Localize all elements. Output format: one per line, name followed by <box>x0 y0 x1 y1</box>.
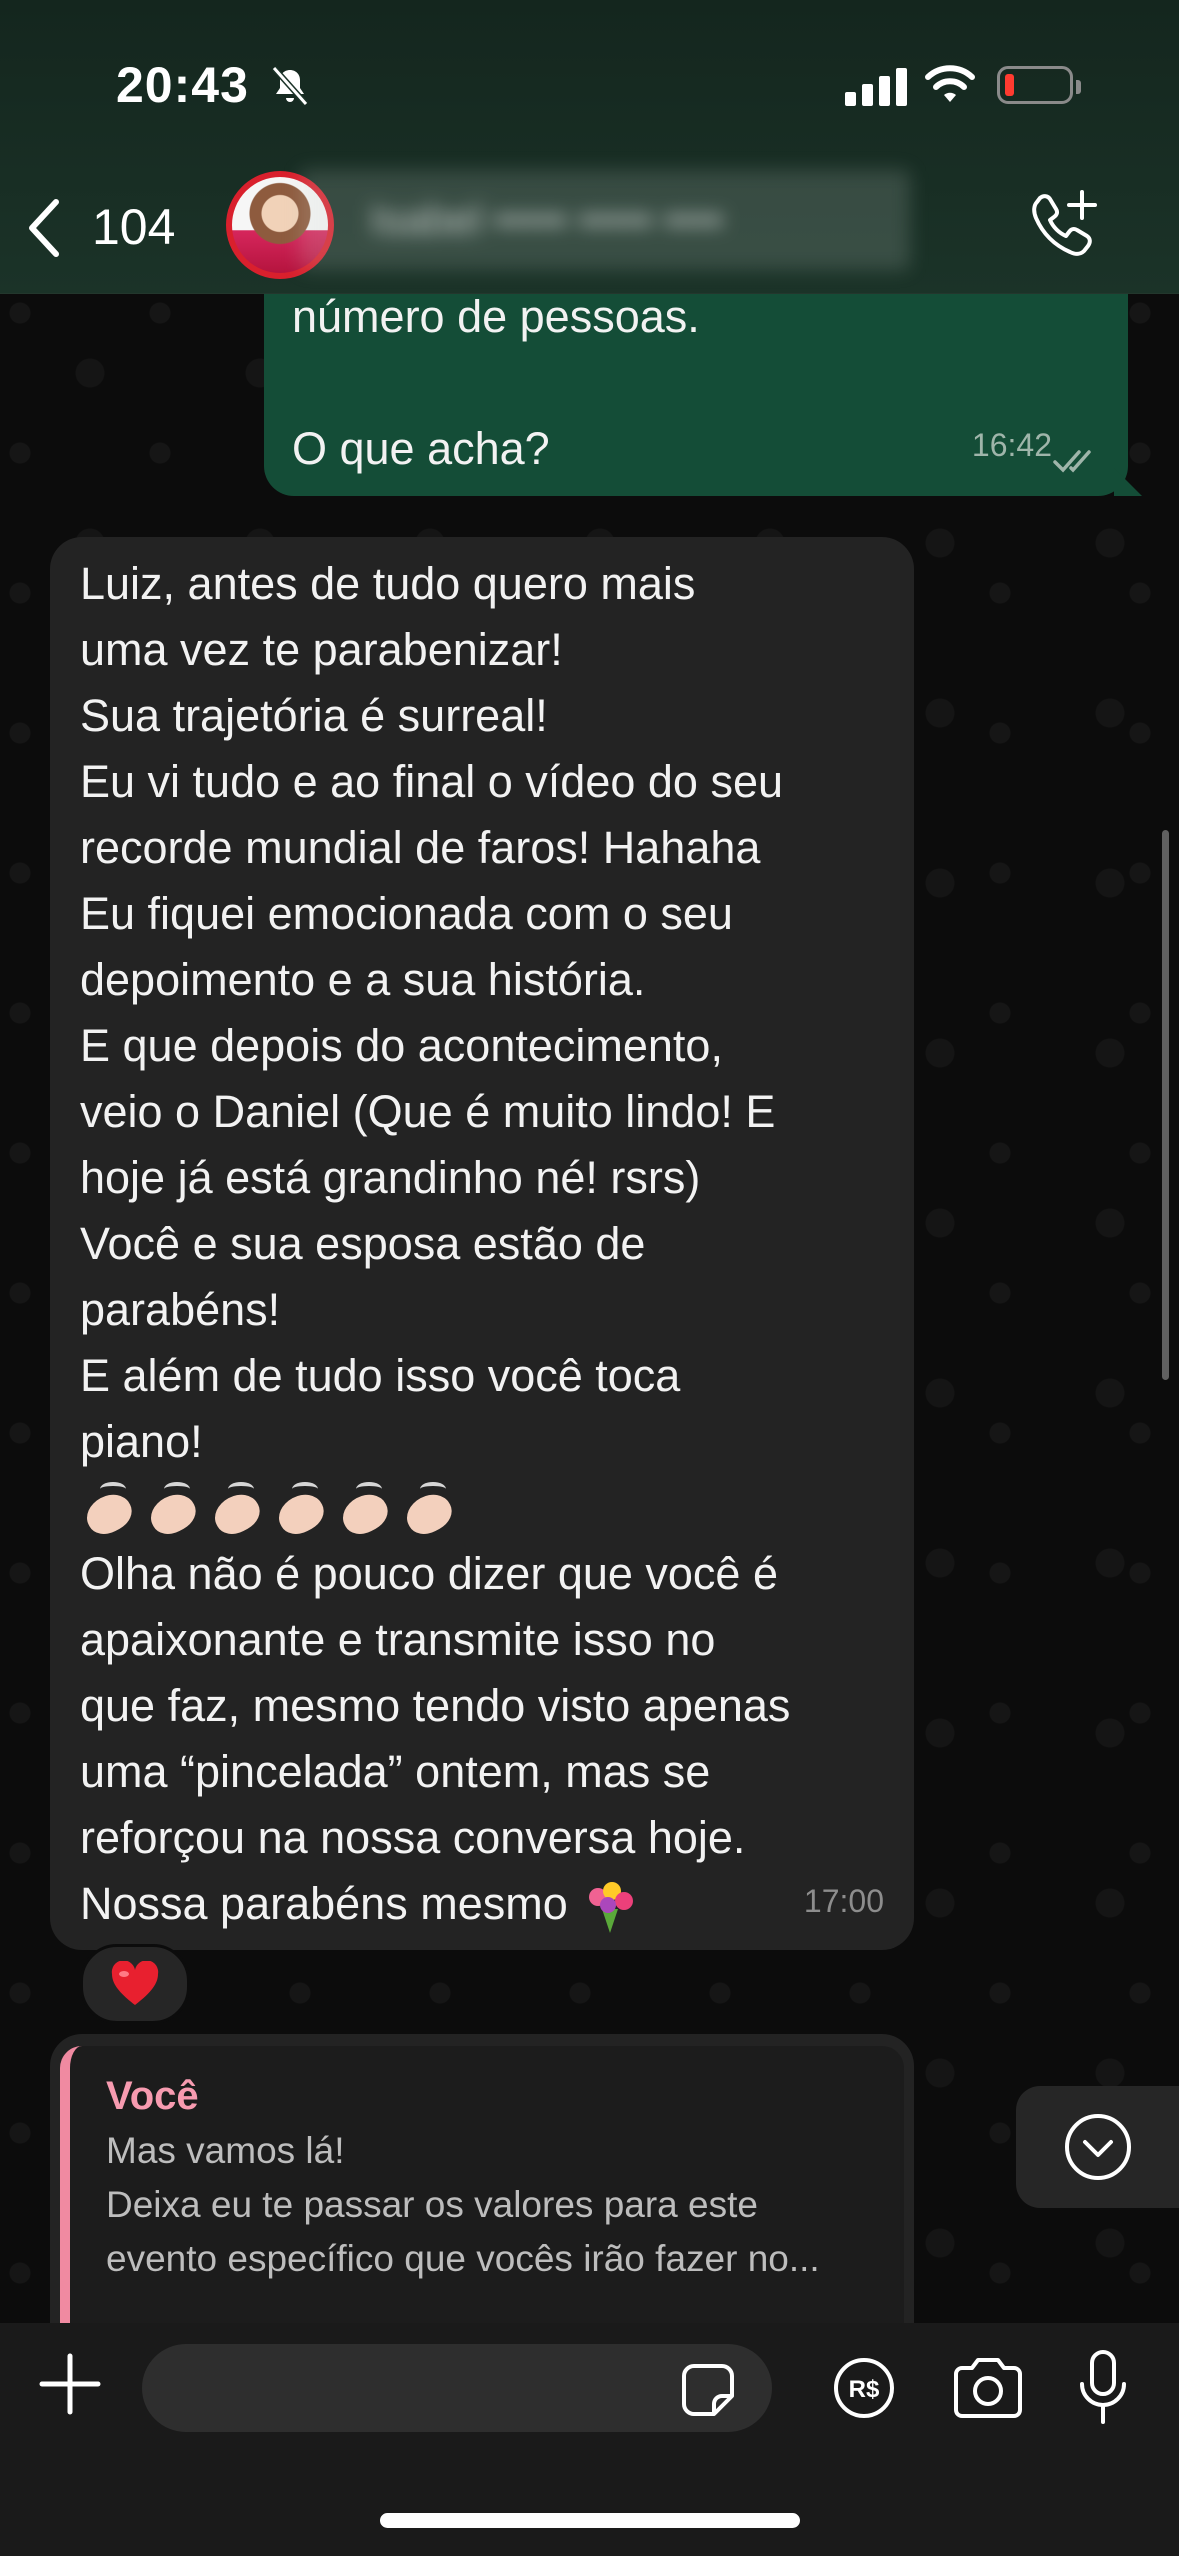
message-line: recorde mundial de faros! Hahaha <box>80 822 761 873</box>
chat-header: 20:43 104 Isabel ••••• ••••• •••• <box>0 0 1179 294</box>
battery-icon <box>997 66 1081 104</box>
reaction-badge[interactable] <box>80 1944 190 2024</box>
wifi-icon <box>925 65 975 102</box>
message-line: Eu vi tudo e ao final o vídeo do seu <box>80 756 783 807</box>
incoming-message[interactable]: Luiz, antes de tudo quero mais uma vez t… <box>50 537 914 1950</box>
clap-emoji <box>208 1480 266 1536</box>
quoted-line: Mas vamos lá! <box>106 2130 345 2171</box>
quoted-message[interactable]: Você Mas vamos lá! Deixa eu te passar os… <box>60 2046 904 2364</box>
scrollbar[interactable] <box>1162 830 1169 1380</box>
reply-message[interactable]: Você Mas vamos lá! Deixa eu te passar os… <box>50 2034 914 2364</box>
clap-emoji <box>144 1480 202 1536</box>
message-line: Luiz, antes de tudo quero mais <box>80 558 696 609</box>
message-line-last: Nossa parabéns mesmo <box>80 1871 888 1937</box>
message-line: reforçou na nossa conversa hoje. <box>80 1812 746 1863</box>
message-line: hoje já está grandinho né! rsrs) <box>80 1152 701 1203</box>
mute-icon <box>271 66 309 106</box>
message-line: que faz, mesmo tendo visto apenas <box>80 1680 791 1731</box>
back-chevron-icon[interactable] <box>22 196 66 260</box>
pix-icon[interactable]: R$ <box>832 2356 896 2420</box>
bouquet-emoji <box>589 1882 634 1934</box>
message-line <box>292 350 1128 416</box>
message-time: 16:42 <box>971 427 1052 463</box>
message-line: apaixonante e transmite isso no <box>80 1614 716 1665</box>
message-line: Você e sua esposa estão de <box>80 1218 646 1269</box>
plus-icon[interactable] <box>38 2352 102 2416</box>
clap-emoji-row <box>80 1475 888 1541</box>
clap-emoji <box>272 1480 330 1536</box>
message-line: E que depois do acontecimento, <box>80 1020 723 1071</box>
clap-emoji <box>400 1480 458 1536</box>
clap-emoji <box>336 1480 394 1536</box>
camera-icon[interactable] <box>950 2356 1026 2420</box>
signal-icon <box>845 66 907 106</box>
svg-text:R$: R$ <box>849 2376 880 2403</box>
unread-count[interactable]: 104 <box>92 198 175 256</box>
message-line: veio o Daniel (Que é muito lindo! E <box>80 1086 776 1137</box>
message-line: uma vez te parabenizar! <box>80 624 563 675</box>
message-line-text: Nossa parabéns mesmo <box>80 1878 568 1929</box>
chevron-down-icon <box>1064 2114 1131 2180</box>
message-line: uma “pincelada” ontem, mas se <box>80 1746 711 1797</box>
double-check-icon <box>1053 450 1091 473</box>
clap-emoji <box>80 1480 138 1536</box>
call-add-icon[interactable] <box>1026 188 1102 264</box>
contact-name[interactable]: Isabel ••••• ••••• •••• <box>300 170 910 270</box>
mic-icon[interactable] <box>1078 2348 1128 2428</box>
status-time: 20:43 <box>116 57 249 113</box>
message-line: depoimento e a sua história. <box>80 954 646 1005</box>
message-line: Olha não é pouco dizer que você é <box>80 1548 778 1599</box>
message-line: parabéns! <box>80 1284 281 1335</box>
heart-icon <box>111 1961 159 2005</box>
quoted-line: Deixa eu te passar os valores para este <box>106 2184 758 2225</box>
message-line: piano! <box>80 1416 203 1467</box>
message-line: Eu fiquei emocionada com o seu <box>80 888 733 939</box>
home-indicator[interactable] <box>380 2513 800 2528</box>
sticker-icon[interactable] <box>680 2362 736 2418</box>
message-line: E além de tudo isso você toca <box>80 1350 681 1401</box>
message-input[interactable] <box>142 2344 772 2432</box>
message-time: 17:00 <box>803 1883 884 1919</box>
message-line: Sua trajetória é surreal! <box>80 690 548 741</box>
quoted-author: Você <box>106 2074 199 2118</box>
quoted-line: evento específico que vocês irão fazer n… <box>106 2238 820 2279</box>
scroll-to-bottom-button[interactable] <box>1016 2086 1179 2208</box>
